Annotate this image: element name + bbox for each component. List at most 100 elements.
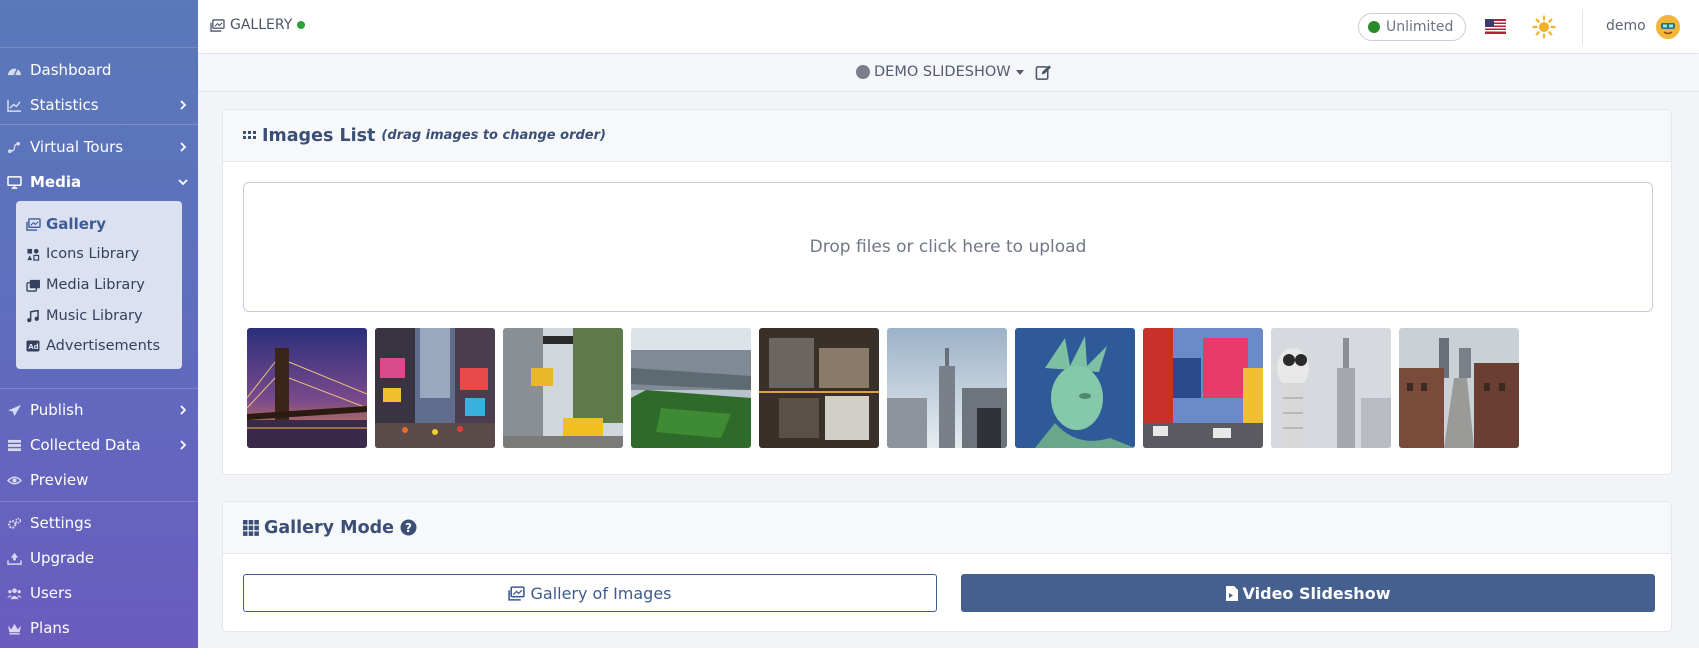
help-icon[interactable]: ? xyxy=(400,519,417,536)
submenu-item-advertisements[interactable]: Ad Advertisements xyxy=(26,334,160,358)
sidebar-item-label: Media xyxy=(30,173,82,191)
dropzone-text: Drop files or click here to upload xyxy=(809,237,1087,257)
tour-dropdown[interactable]: DEMO SLIDESHOW xyxy=(856,64,1024,80)
chart-icon xyxy=(6,98,22,112)
us-flag-icon[interactable] xyxy=(1485,19,1506,34)
sun-icon[interactable] xyxy=(1532,15,1556,39)
submenu-item-label: Advertisements xyxy=(46,338,160,354)
gallery-of-images-button[interactable]: Gallery of Images xyxy=(243,574,937,612)
sidebar-item-label: Virtual Tours xyxy=(30,138,124,156)
gallery-mode-card: Gallery Mode ? Gallery of Images Video S… xyxy=(222,501,1672,632)
sidebar-item-label: Publish xyxy=(30,401,84,419)
card-title-text: Images List xyxy=(262,125,376,146)
sidebar-item-label: Settings xyxy=(30,514,92,532)
chevron-right-icon xyxy=(180,100,187,110)
sidebar-item-publish[interactable]: Publish xyxy=(0,395,198,425)
images-list-card: Images List (drag images to change order… xyxy=(222,109,1672,475)
sidebar-brand xyxy=(0,0,198,48)
image-thumbnail[interactable] xyxy=(1143,328,1263,448)
tour-selector-bar: DEMO SLIDESHOW xyxy=(198,54,1699,92)
sidebar-item-upgrade[interactable]: Upgrade xyxy=(0,543,198,573)
submenu-item-label: Music Library xyxy=(46,308,143,324)
cogs-icon xyxy=(6,516,22,530)
image-thumbnail[interactable] xyxy=(759,328,879,448)
svg-text:Ad: Ad xyxy=(28,343,38,351)
upload-dropzone[interactable]: Drop files or click here to upload xyxy=(243,182,1653,312)
submenu-item-label: Media Library xyxy=(46,277,145,293)
sidebar-item-label: Preview xyxy=(30,471,89,489)
caret-down-icon xyxy=(1015,69,1024,75)
card-title-hint: (drag images to change order) xyxy=(381,128,606,143)
image-thumbnail[interactable] xyxy=(887,328,1007,448)
image-thumbnail[interactable] xyxy=(1015,328,1135,448)
submenu-item-music-library[interactable]: Music Library xyxy=(26,304,143,328)
sidebar-item-label: Upgrade xyxy=(30,549,95,567)
paper-plane-icon xyxy=(6,403,22,417)
submenu-item-label: Icons Library xyxy=(46,246,140,262)
eye-icon xyxy=(6,473,22,487)
card-header: Gallery Mode ? xyxy=(223,502,1671,554)
image-thumbnails xyxy=(247,328,1527,448)
media-submenu: Gallery Icons Library Media Library Musi… xyxy=(16,201,182,369)
monitor-icon xyxy=(6,175,22,189)
sidebar-item-dashboard[interactable]: Dashboard xyxy=(0,55,198,85)
page-title: GALLERY xyxy=(210,17,306,33)
sidebar: Dashboard Statistics Virtual Tours Media… xyxy=(0,0,198,648)
images-icon xyxy=(210,18,225,32)
svg-text:?: ? xyxy=(405,521,412,535)
username[interactable]: demo xyxy=(1606,18,1646,34)
card-header: Images List (drag images to change order… xyxy=(223,110,1671,162)
divider xyxy=(1582,9,1583,45)
status-dot xyxy=(1368,21,1380,33)
sidebar-item-label: Statistics xyxy=(30,96,99,114)
edit-icon[interactable] xyxy=(1035,64,1052,81)
submenu-item-media-library[interactable]: Media Library xyxy=(26,273,145,297)
status-dot xyxy=(856,65,870,79)
chevron-right-icon xyxy=(180,405,187,415)
plan-badge-label: Unlimited xyxy=(1386,19,1454,35)
sidebar-item-media[interactable]: Media xyxy=(0,167,198,197)
images-icon xyxy=(26,217,42,231)
tour-name: DEMO SLIDESHOW xyxy=(874,64,1011,80)
image-thumbnail[interactable] xyxy=(247,328,367,448)
database-icon xyxy=(6,438,22,452)
music-icon xyxy=(26,309,42,323)
users-icon xyxy=(6,586,22,600)
image-thumbnail[interactable] xyxy=(631,328,751,448)
page-title-text: GALLERY xyxy=(230,17,293,33)
image-thumbnail[interactable] xyxy=(1271,328,1391,448)
route-icon xyxy=(6,140,22,154)
upgrade-icon xyxy=(6,551,22,565)
chevron-right-icon xyxy=(180,142,187,152)
main-content: Images List (drag images to change order… xyxy=(198,92,1699,648)
submenu-item-gallery[interactable]: Gallery xyxy=(26,212,106,236)
ad-icon: Ad xyxy=(26,339,42,353)
image-thumbnail[interactable] xyxy=(1399,328,1519,448)
card-title-text: Gallery Mode xyxy=(264,517,395,538)
submenu-item-label: Gallery xyxy=(46,215,107,233)
status-dot xyxy=(297,21,306,29)
sidebar-item-users[interactable]: Users xyxy=(0,578,198,608)
images-icon xyxy=(508,585,526,601)
image-thumbnail[interactable] xyxy=(503,328,623,448)
sidebar-item-plans[interactable]: Plans xyxy=(0,613,198,643)
crown-icon xyxy=(6,621,22,635)
submenu-item-icons-library[interactable]: Icons Library xyxy=(26,242,139,266)
gauge-icon xyxy=(6,63,22,77)
sidebar-item-virtual-tours[interactable]: Virtual Tours xyxy=(0,132,198,162)
sidebar-item-label: Dashboard xyxy=(30,61,112,79)
image-thumbnail[interactable] xyxy=(375,328,495,448)
video-slideshow-button[interactable]: Video Slideshow xyxy=(961,574,1655,612)
grid-icon xyxy=(243,519,259,536)
avatar[interactable] xyxy=(1656,15,1680,39)
sidebar-item-preview[interactable]: Preview xyxy=(0,465,198,495)
sidebar-item-collected-data[interactable]: Collected Data xyxy=(0,430,198,460)
grip-icon xyxy=(243,130,256,139)
sidebar-item-label: Plans xyxy=(30,619,70,637)
card-title: Gallery Mode ? xyxy=(243,518,417,538)
sidebar-item-label: Users xyxy=(30,584,73,602)
sidebar-item-settings[interactable]: Settings xyxy=(0,508,198,538)
plan-badge[interactable]: Unlimited xyxy=(1358,13,1467,41)
sidebar-item-statistics[interactable]: Statistics xyxy=(0,90,198,120)
icons-icon xyxy=(26,247,42,261)
